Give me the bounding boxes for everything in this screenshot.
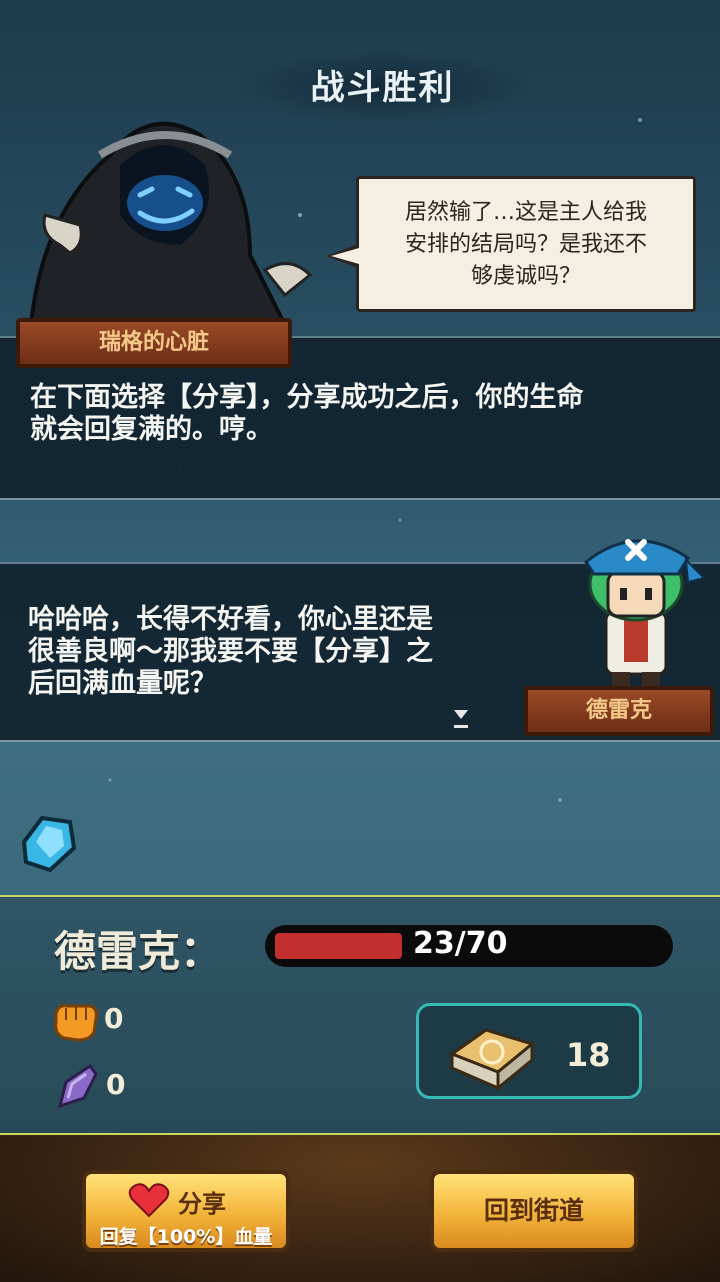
villain-nameplate: 瑞格的心脏: [16, 318, 292, 368]
card-deck-icon: [448, 1028, 536, 1090]
continue-arrow-icon[interactable]: [452, 706, 470, 730]
bubble-line: 居然输了…这是主人给我: [404, 200, 647, 225]
hooded-villain-portrait: [27, 121, 313, 335]
purple-shard-icon: [57, 1063, 98, 1109]
dialog-line: 很善良啊～那我要不要【分享】之: [28, 636, 433, 667]
character-name-label: 德雷克：: [54, 927, 223, 976]
hp-bar-fill: [275, 933, 402, 959]
pirate-hero-portrait: [583, 539, 706, 690]
gem-count: 0: [106, 1068, 126, 1101]
hero-dialog-text: 哈哈哈，长得不好看，你心里还是 很善良啊～那我要不要【分享】之 后回满血量呢？: [28, 604, 433, 700]
blue-crystal-icon[interactable]: [16, 812, 80, 876]
speech-bubble-tail-fill: [331, 248, 359, 264]
dialog-line: 哈哈哈，长得不好看，你心里还是: [28, 604, 433, 635]
hp-value: 23/70: [413, 926, 508, 961]
share-sublabel: 回复【100%】血量: [99, 1226, 273, 1248]
share-button[interactable]: 分享 回复【100%】血量: [82, 1170, 290, 1252]
share-label: 分享: [178, 1190, 226, 1218]
fist-icon: [54, 1004, 98, 1042]
bubble-line: 安排的结局吗？是我还不: [404, 232, 647, 257]
bubble-line: 够虔诚吗？: [470, 264, 581, 289]
dialog-line: 就会回复满的。哼。: [30, 414, 273, 445]
villain-speech-bubble: 居然输了…这是主人给我 安排的结局吗？是我还不 够虔诚吗？: [356, 176, 696, 312]
hero-nameplate: 德雷克: [524, 686, 714, 736]
dialog-line: 在下面选择【分享】，分享成功之后，你的生命: [30, 382, 584, 413]
fist-count: 0: [104, 1002, 124, 1035]
card-count: 18: [566, 1036, 611, 1074]
dialog-line: 后回满血量呢？: [28, 668, 217, 699]
heart-icon: [128, 1183, 170, 1218]
back-to-street-button[interactable]: 回到街道: [430, 1170, 638, 1252]
villain-dialog-text: 在下面选择【分享】，分享成功之后，你的生命 就会回复满的。哼。: [30, 382, 584, 446]
